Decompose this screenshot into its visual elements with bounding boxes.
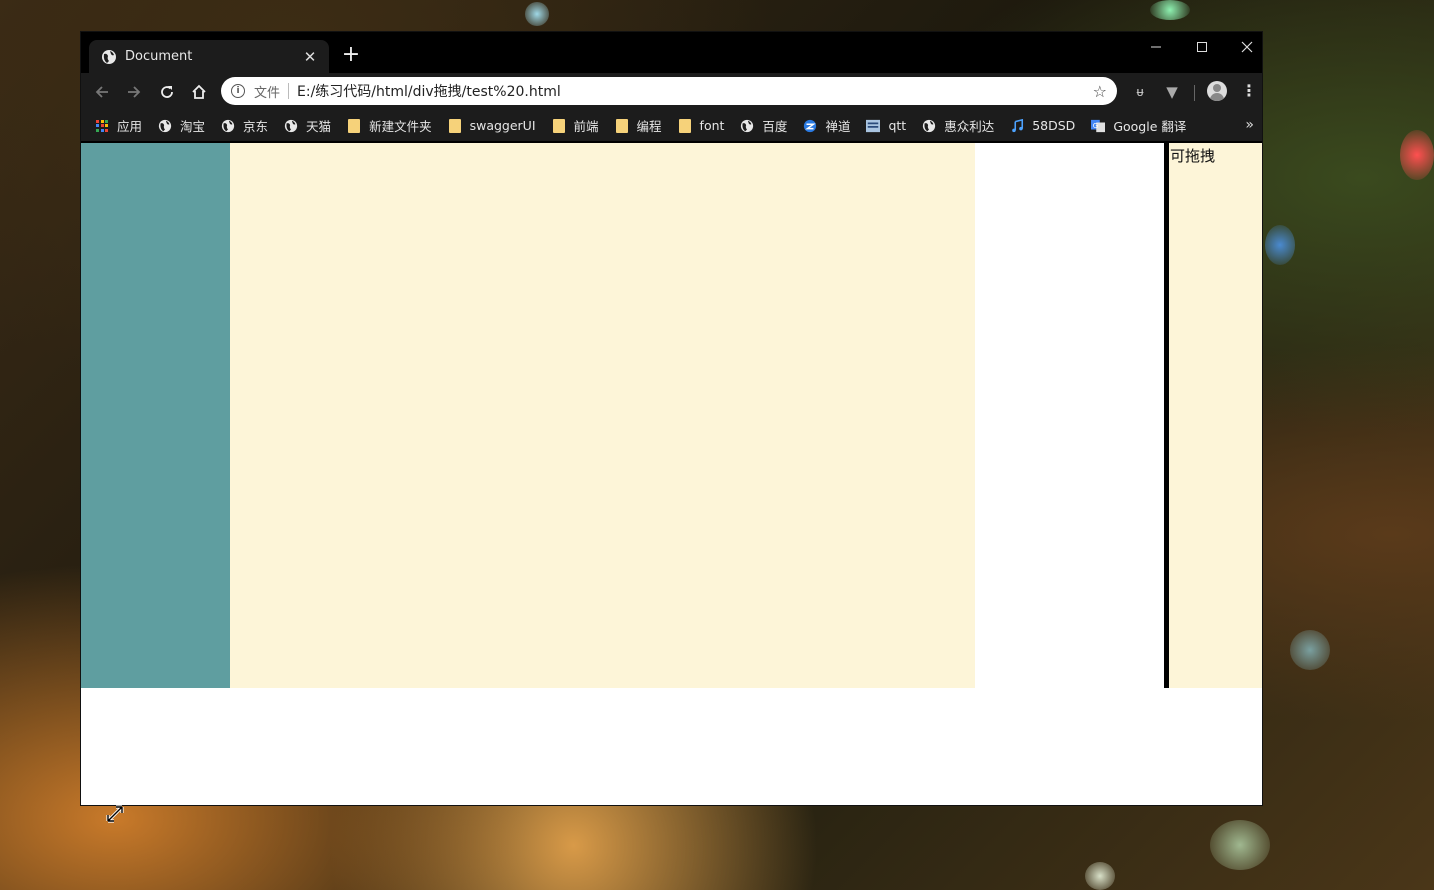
vue-devtools-icon: ▼ (1166, 83, 1178, 101)
extension-button[interactable]: ▼ (1161, 81, 1183, 103)
bookmark-label: 禅道 (825, 119, 851, 134)
url-text[interactable]: E:/练习代码/html/div拖拽/test%20.html (297, 81, 1093, 101)
resize-cursor-icon (106, 805, 124, 823)
address-bar[interactable]: i 文件 E:/练习代码/html/div拖拽/test%20.html ☆ (221, 77, 1117, 105)
globe-icon (284, 119, 298, 133)
bookmark-item[interactable]: 京东 (221, 116, 268, 135)
bookmark-item[interactable]: G Google 翻译 (1091, 116, 1186, 135)
bookmark-item[interactable]: 天猫 (284, 116, 331, 135)
bookmark-label: 新建文件夹 (369, 119, 432, 134)
bookmark-label: 淘宝 (180, 119, 206, 134)
folder-icon (678, 118, 692, 133)
browser-window: Document ✕ + i 文件 E:/练习代码/html/div拖拽/tes… (81, 32, 1262, 805)
page-viewport: 可拖拽 (81, 143, 1262, 805)
bookmark-item[interactable]: swaggerUI (448, 118, 536, 133)
globe-icon (102, 49, 116, 64)
bookmark-star-icon[interactable]: ☆ (1093, 82, 1107, 101)
globe-icon (221, 119, 235, 133)
bookmark-label: 京东 (243, 119, 269, 134)
title-bar: Document ✕ + (81, 32, 1262, 73)
folder-icon (552, 118, 566, 133)
reload-button[interactable] (154, 79, 180, 105)
apps-icon (95, 119, 109, 133)
profile-avatar[interactable] (1207, 81, 1227, 101)
bookmark-label: 百度 (762, 119, 788, 134)
draggable-panel[interactable]: 可拖拽 (1169, 143, 1262, 688)
extension-button[interactable]: ᵾ (1129, 81, 1151, 103)
bookmark-label: 天猫 (306, 119, 332, 134)
globe-icon (922, 119, 936, 133)
globe-icon (740, 119, 754, 133)
toolbar: i 文件 E:/练习代码/html/div拖拽/test%20.html ☆ ᵾ… (81, 73, 1262, 110)
bookmarks-bar: 应用 淘宝 京东 天猫 新建文件夹 swaggerUI 前端 编程 font 百度 禅道 qtt 惠众利… (81, 110, 1262, 142)
wallpaper-bokeh (1085, 862, 1115, 890)
bookmark-label: Google 翻译 (1113, 119, 1187, 134)
svg-text:G: G (1093, 121, 1098, 129)
wallpaper-bokeh (1150, 0, 1190, 20)
close-icon (1241, 41, 1253, 53)
wallpaper-bokeh (1265, 225, 1295, 265)
bookmark-item[interactable]: 新建文件夹 (347, 116, 432, 135)
address-separator (288, 83, 290, 99)
bookmark-label: 58DSD (1032, 118, 1076, 133)
bookmark-label: 前端 (573, 119, 599, 134)
tab-close-icon[interactable]: ✕ (301, 48, 319, 66)
bookmark-label: font (699, 118, 725, 133)
tab-document[interactable]: Document ✕ (89, 40, 329, 73)
bookmark-item[interactable]: qtt (866, 118, 906, 133)
draggable-label: 可拖拽 (1170, 147, 1216, 165)
bookmark-label: 惠众利达 (944, 119, 995, 134)
left-panel (81, 143, 230, 688)
bookmark-item[interactable]: 禅道 (803, 116, 850, 135)
info-icon[interactable]: i (231, 84, 245, 98)
globe-icon (158, 119, 172, 133)
toolbar-divider (1194, 85, 1195, 101)
new-tab-button[interactable]: + (339, 44, 363, 68)
bookmark-label: swaggerUI (469, 118, 536, 133)
reload-icon (161, 86, 173, 98)
forward-button[interactable] (121, 79, 147, 105)
minimize-icon (1151, 46, 1161, 48)
bookmark-item[interactable]: 编程 (615, 116, 662, 135)
translate-icon: G (1091, 119, 1106, 133)
maximize-icon (1197, 42, 1207, 52)
page-background (975, 143, 1164, 688)
forward-arrow-icon (128, 86, 141, 98)
bookmark-item[interactable]: 百度 (740, 116, 787, 135)
bookmark-item[interactable]: 淘宝 (158, 116, 205, 135)
bookmark-label: 编程 (636, 119, 662, 134)
menu-button[interactable]: ⋮ (1241, 81, 1257, 103)
bookmark-item[interactable]: 应用 (95, 116, 142, 135)
folder-icon (615, 118, 629, 133)
bookmark-label: 应用 (117, 119, 143, 134)
home-icon (192, 84, 206, 99)
bookmarks-overflow-button[interactable]: » (1245, 117, 1254, 133)
back-arrow-icon (95, 86, 108, 98)
home-button[interactable] (186, 79, 212, 105)
extension-icon: ᵾ (1136, 85, 1144, 100)
wallpaper-bokeh (1290, 630, 1330, 670)
bookmark-item[interactable]: 58DSD (1010, 118, 1075, 133)
wallpaper-bokeh (1210, 820, 1270, 870)
minimize-button[interactable] (1134, 36, 1178, 62)
bookmark-item[interactable]: 前端 (552, 116, 599, 135)
wallpaper-bokeh (525, 2, 549, 26)
close-window-button[interactable] (1225, 36, 1269, 62)
bookmark-item[interactable]: 惠众利达 (922, 116, 994, 135)
zentao-icon (803, 119, 817, 133)
maximize-button[interactable] (1180, 36, 1224, 62)
tab-title: Document (125, 49, 193, 64)
back-button[interactable] (89, 79, 115, 105)
bookmark-label: qtt (888, 118, 907, 133)
bookmark-item[interactable]: font (678, 118, 725, 133)
wallpaper-bokeh (1400, 130, 1434, 180)
main-panel (230, 143, 975, 688)
folder-icon (448, 118, 462, 133)
music-icon (1010, 118, 1024, 133)
qtt-icon (866, 119, 881, 133)
scheme-label: 文件 (254, 85, 281, 101)
folder-icon (347, 118, 361, 133)
